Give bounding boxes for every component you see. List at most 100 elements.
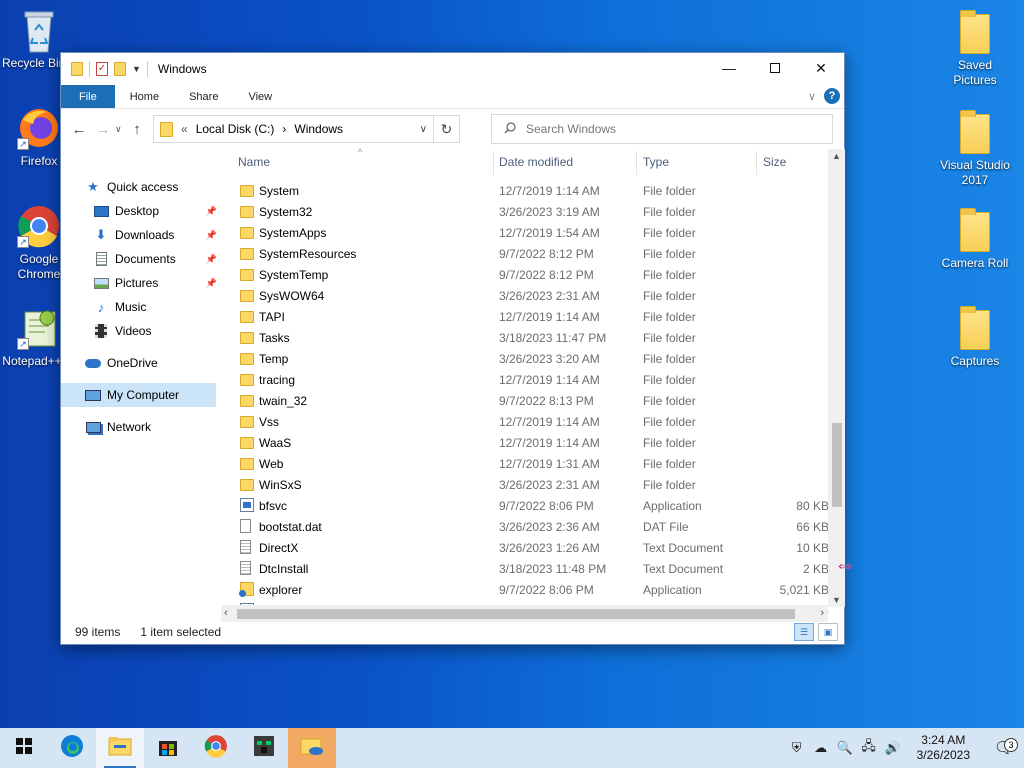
taskbar-store[interactable]	[144, 728, 192, 768]
music-icon: ♪	[97, 299, 105, 315]
tab-home[interactable]: Home	[115, 85, 174, 108]
notification-count-badge: 3	[1004, 738, 1018, 752]
recent-locations-chevron-icon[interactable]: ∨	[115, 124, 125, 135]
desktop-icon-captures[interactable]: Captures	[938, 306, 1012, 369]
refresh-button[interactable]: ↻	[434, 115, 460, 143]
help-icon[interactable]: ?	[824, 88, 840, 104]
file-date-modified: 9/7/2022 8:12 PM	[499, 247, 594, 261]
search-tool-icon[interactable]: 🔍	[833, 740, 857, 756]
file-row[interactable]: System 12/7/2019 1:14 AM File folder	[221, 180, 829, 201]
quick-access-toolbar: ✓ ▼	[61, 61, 148, 77]
taskbar-minecraft[interactable]	[240, 728, 288, 768]
desktop-icon-visual-studio-2017[interactable]: Visual Studio 2017	[938, 110, 1012, 188]
column-divider[interactable]	[756, 151, 757, 175]
nav-item-quick-access[interactable]: ★ Quick access	[61, 175, 221, 199]
file-row[interactable]: explorer 9/7/2022 8:06 PM Application 5,021…	[221, 579, 829, 600]
address-bar[interactable]: « Local Disk (C:) › Windows ∨	[153, 115, 434, 143]
scroll-right-arrow-icon[interactable]: ›	[820, 607, 824, 619]
file-row[interactable]: twain_32 9/7/2022 8:13 PM File folder	[221, 390, 829, 411]
scrollbar-thumb[interactable]	[832, 423, 842, 507]
desktop-icon-camera-roll[interactable]: Camera Roll	[938, 208, 1012, 271]
file-type: File folder	[643, 289, 696, 303]
file-row[interactable]: bfsvc 9/7/2022 8:06 PM Application 80 KB	[221, 495, 829, 516]
large-icons-view-button[interactable]: ▣	[818, 623, 838, 641]
nav-item-onedrive[interactable]: OneDrive	[61, 351, 221, 375]
up-arrow-icon[interactable]: ↑	[125, 121, 149, 138]
file-row[interactable]: Web 12/7/2019 1:31 AM File folder	[221, 453, 829, 474]
folder-icon	[960, 208, 990, 252]
file-row[interactable]: WinSxS 3/26/2023 2:31 AM File folder	[221, 474, 829, 495]
minimize-button[interactable]: —	[706, 53, 752, 83]
scroll-left-arrow-icon[interactable]: ‹	[224, 607, 228, 619]
taskbar-file-explorer[interactable]	[96, 728, 144, 768]
nav-item-pictures[interactable]: Pictures 📌	[61, 271, 221, 295]
file-row[interactable]: DtcInstall 3/18/2023 11:48 PM Text Documen…	[221, 558, 829, 579]
file-row[interactable]: System32 3/26/2023 3:19 AM File folder	[221, 201, 829, 222]
item-count: 99 items	[75, 625, 121, 639]
clock[interactable]: 3:24 AM 3/26/2023	[917, 733, 970, 763]
clock-date: 3/26/2023	[916, 748, 970, 762]
column-header-size[interactable]: Size	[763, 155, 786, 169]
column-header-date-modified[interactable]: Date modified	[499, 155, 573, 169]
file-row[interactable]: SystemTemp 9/7/2022 8:12 PM File folder	[221, 264, 829, 285]
vertical-scrollbar[interactable]: ▲ ▼	[828, 149, 845, 607]
desktop-icon-saved-pictures[interactable]: Saved Pictures	[938, 10, 1012, 88]
tab-view[interactable]: View	[233, 85, 287, 108]
breadcrumb-local-disk[interactable]: Local Disk (C:)	[196, 122, 275, 136]
nav-item-downloads[interactable]: ⬇ Downloads 📌	[61, 223, 221, 247]
nav-item-videos[interactable]: Videos	[61, 319, 221, 343]
tab-share[interactable]: Share	[174, 85, 233, 108]
column-header-name[interactable]: Name	[238, 155, 270, 169]
properties-icon[interactable]: ✓	[96, 62, 108, 76]
nav-item-music[interactable]: ♪ Music	[61, 295, 221, 319]
details-view-button[interactable]: ☰	[794, 623, 814, 641]
nav-item-label: Quick access	[107, 180, 179, 194]
column-divider[interactable]	[493, 151, 494, 175]
taskbar-onedrive-folder[interactable]	[288, 728, 336, 768]
file-row[interactable]: WaaS 12/7/2019 1:14 AM File folder	[221, 432, 829, 453]
taskbar-edge[interactable]	[48, 728, 96, 768]
nav-item-desktop[interactable]: Desktop 📌	[61, 199, 221, 223]
file-date-modified: 12/7/2019 1:14 AM	[499, 184, 600, 198]
file-row[interactable]: SysWOW64 3/26/2023 2:31 AM File folder	[221, 285, 829, 306]
title-bar[interactable]: ✓ ▼ Windows — ✕	[61, 53, 844, 85]
start-button[interactable]	[0, 728, 48, 768]
file-row[interactable]: Tasks 3/18/2023 11:47 PM File folder	[221, 327, 829, 348]
tab-file[interactable]: File	[61, 85, 115, 108]
file-type: File folder	[643, 310, 696, 324]
taskbar-chrome[interactable]	[192, 728, 240, 768]
file-row[interactable]: SystemResources 9/7/2022 8:12 PM File fold…	[221, 243, 829, 264]
security-shield-icon[interactable]: ⛨	[785, 740, 809, 756]
network-tray-icon[interactable]: 🖧	[857, 737, 881, 759]
file-row[interactable]: TAPI 12/7/2019 1:14 AM File folder	[221, 306, 829, 327]
nav-item-network[interactable]: Network	[61, 415, 221, 439]
back-arrow-icon[interactable]: ←	[67, 121, 91, 138]
column-header-type[interactable]: Type	[643, 155, 669, 169]
new-folder-icon[interactable]	[114, 62, 126, 76]
scroll-down-arrow-icon[interactable]: ▼	[832, 595, 841, 605]
onedrive-offline-icon[interactable]: ☁	[809, 740, 833, 756]
customize-toolbar-chevron-icon[interactable]: ▼	[132, 64, 141, 74]
breadcrumb-windows[interactable]: Windows	[294, 122, 343, 136]
address-overflow[interactable]: «	[181, 122, 188, 136]
scrollbar-thumb[interactable]	[237, 609, 795, 619]
nav-item-my-computer[interactable]: My Computer	[61, 383, 216, 407]
address-dropdown-chevron-icon[interactable]: ∨	[420, 124, 427, 135]
expand-ribbon-chevron-icon[interactable]: ∨	[808, 90, 816, 103]
column-divider[interactable]	[636, 151, 637, 175]
search-input[interactable]: Search Windows	[491, 114, 833, 144]
breadcrumb-separator-icon[interactable]: ›	[282, 122, 286, 136]
maximize-button[interactable]	[752, 53, 798, 83]
file-row[interactable]: Vss 12/7/2019 1:14 AM File folder	[221, 411, 829, 432]
notification-center-button[interactable]: 🗨 3	[984, 738, 1024, 758]
volume-icon[interactable]: 🔊	[881, 740, 905, 756]
file-row[interactable]: Temp 3/26/2023 3:20 AM File folder	[221, 348, 829, 369]
file-row[interactable]: bootstat.dat 3/26/2023 2:36 AM DAT File 66 …	[221, 516, 829, 537]
file-row[interactable]: DirectX 3/26/2023 1:26 AM Text Document 10 …	[221, 537, 829, 558]
scroll-up-arrow-icon[interactable]: ▲	[832, 151, 841, 161]
file-row[interactable]: tracing 12/7/2019 1:14 AM File folder	[221, 369, 829, 390]
nav-item-documents[interactable]: Documents 📌	[61, 247, 221, 271]
file-row[interactable]: SystemApps 12/7/2019 1:54 AM File folder	[221, 222, 829, 243]
forward-arrow-icon[interactable]: →	[91, 121, 115, 138]
close-button[interactable]: ✕	[798, 53, 844, 83]
